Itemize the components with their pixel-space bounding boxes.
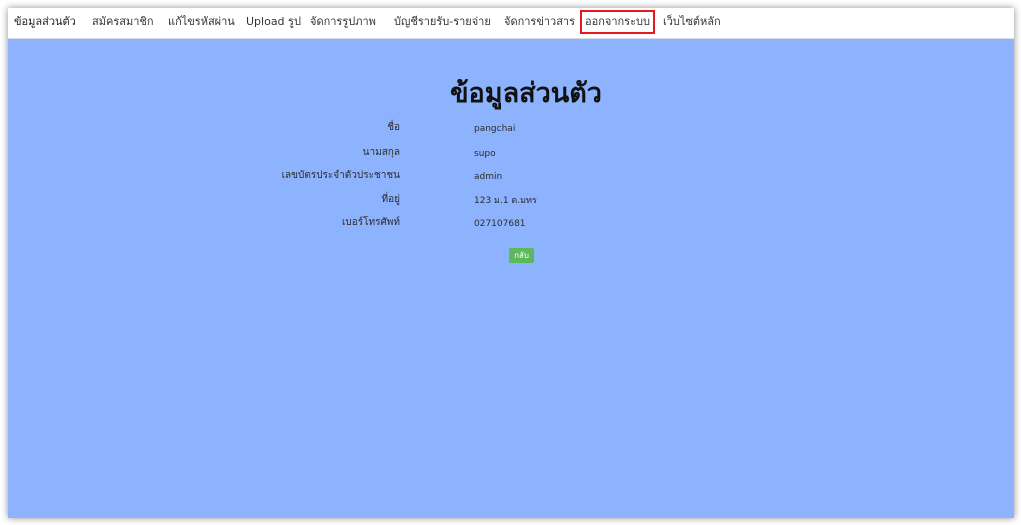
page-title: ข้อมูลส่วนตัว — [450, 78, 602, 109]
address-value: 123 ม.1 ต.มทร — [474, 196, 537, 206]
nav-item-upload-photo[interactable]: Upload รูป — [246, 15, 301, 29]
nav-item-income-expense[interactable]: บัญชีรายรับ-รายจ่าย — [394, 15, 491, 29]
browser-viewport: ข้อมูลส่วนตัว สมัครสมาชิก แก้ไขรหัสผ่าน … — [8, 8, 1014, 518]
citizen-id-label: เลขบัตรประจำตัวประชาชน — [281, 170, 400, 181]
top-navigation-bar: ข้อมูลส่วนตัว สมัครสมาชิก แก้ไขรหัสผ่าน … — [8, 8, 1014, 39]
nav-item-manage-news[interactable]: จัดการข่าวสาร — [504, 15, 575, 29]
nav-item-main-website[interactable]: เว็บไซต์หลัก — [663, 15, 721, 29]
last-name-label: นามสกุล — [362, 147, 400, 158]
first-name-label: ชื่อ — [387, 122, 400, 133]
back-button[interactable]: กลับ — [509, 248, 534, 263]
phone-label: เบอร์โทรศัพท์ — [341, 217, 400, 228]
first-name-value: pangchai — [474, 124, 516, 134]
nav-item-logout[interactable]: ออกจากระบบ — [580, 10, 655, 34]
nav-item-change-password[interactable]: แก้ไขรหัสผ่าน — [168, 15, 235, 29]
last-name-value: supo — [474, 149, 496, 159]
phone-value: 027107681 — [474, 219, 526, 229]
citizen-id-value: admin — [474, 172, 503, 182]
profile-content-area: ข้อมูลส่วนตัว ชื่อ pangchai นามสกุล supo… — [8, 39, 1014, 518]
nav-item-profile[interactable]: ข้อมูลส่วนตัว — [14, 15, 76, 29]
nav-item-register[interactable]: สมัครสมาชิก — [92, 15, 154, 29]
address-label: ที่อยู่ — [381, 194, 400, 205]
nav-item-manage-photos[interactable]: จัดการรูปภาพ — [310, 15, 376, 29]
